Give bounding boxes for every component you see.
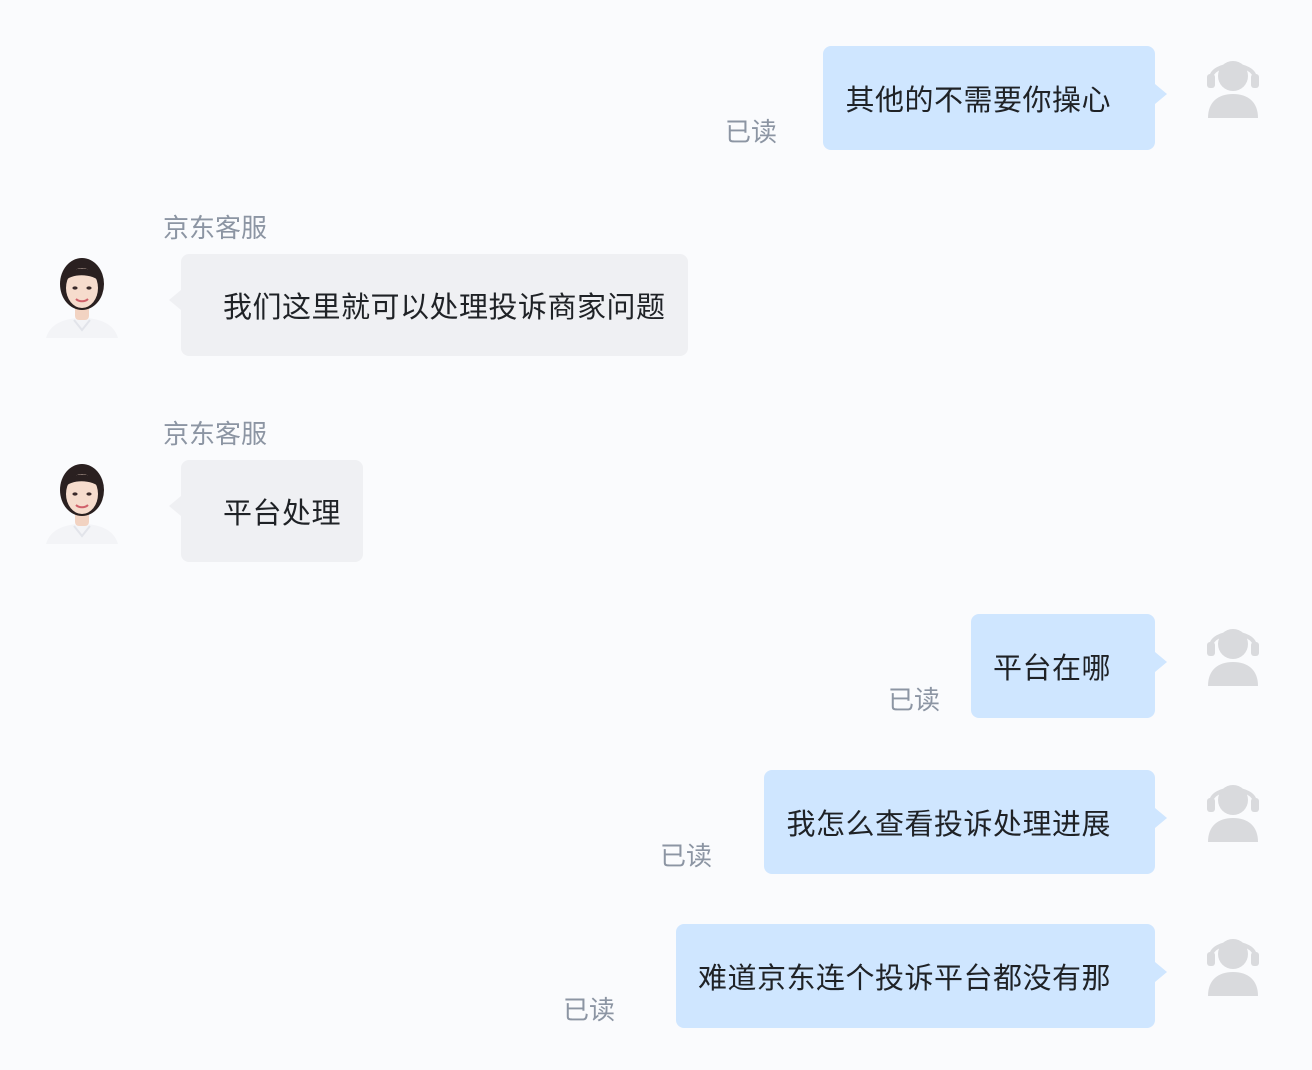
chat-message-list[interactable]: 其他的不需要你操心 已读 京东客服 我们这里就可以处理投诉商家问题 京东客服 平… [0, 0, 1312, 1070]
outgoing-message: 难道京东连个投诉平台都没有那 已读 [412, 924, 1312, 1030]
read-status: 已读 [724, 118, 777, 148]
message-text: 平台在哪 [992, 651, 1111, 685]
read-status: 已读 [887, 686, 940, 716]
headset-person-icon[interactable] [1202, 776, 1264, 842]
sender-name: 京东客服 [163, 420, 268, 450]
customer-service-avatar[interactable] [42, 254, 122, 338]
outgoing-message: 我怎么查看投诉处理进展 已读 [512, 770, 1312, 876]
message-bubble-outgoing[interactable]: 其他的不需要你操心 [823, 46, 1167, 150]
customer-service-avatar[interactable] [42, 460, 122, 544]
outgoing-message: 其他的不需要你操心 已读 [612, 46, 1312, 152]
message-bubble-outgoing[interactable]: 我怎么查看投诉处理进展 [764, 770, 1167, 874]
incoming-message: 京东客服 我们这里就可以处理投诉商家问题 [0, 208, 800, 368]
message-text: 难道京东连个投诉平台都没有那 [697, 961, 1111, 995]
read-status: 已读 [562, 996, 615, 1026]
headset-person-icon[interactable] [1202, 620, 1264, 686]
outgoing-message: 平台在哪 已读 [612, 614, 1312, 720]
read-status: 已读 [659, 842, 712, 872]
sender-name: 京东客服 [163, 214, 268, 244]
incoming-message: 京东客服 平台处理 [0, 414, 800, 574]
message-text: 平台处理 [223, 496, 342, 530]
message-bubble-outgoing[interactable]: 平台在哪 [970, 614, 1168, 718]
message-text: 其他的不需要你操心 [845, 83, 1111, 117]
message-text: 我们这里就可以处理投诉商家问题 [223, 290, 666, 324]
headset-person-icon[interactable] [1202, 52, 1264, 118]
headset-person-icon[interactable] [1202, 930, 1264, 996]
message-text: 我怎么查看投诉处理进展 [786, 807, 1111, 841]
message-bubble-incoming[interactable]: 平台处理 [168, 460, 364, 562]
message-bubble-outgoing[interactable]: 难道京东连个投诉平台都没有那 [675, 924, 1168, 1028]
message-bubble-incoming[interactable]: 我们这里就可以处理投诉商家问题 [169, 254, 688, 356]
